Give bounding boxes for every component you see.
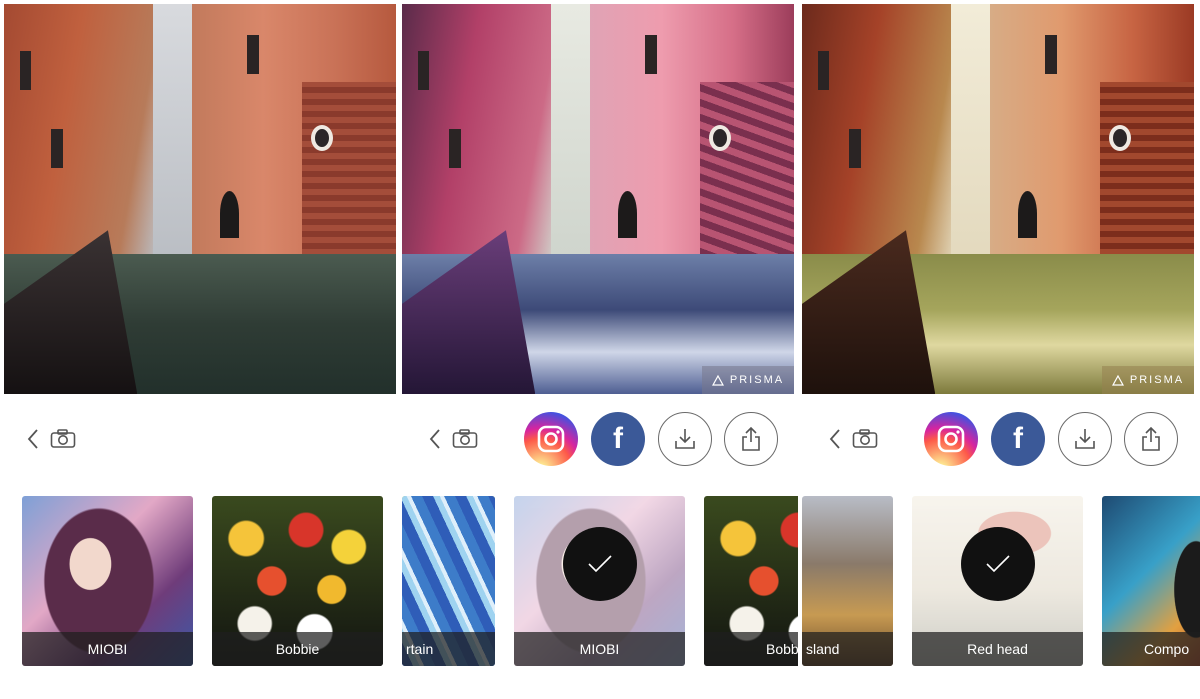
filter-label: Compo	[1102, 632, 1200, 666]
prisma-watermark: PRISMA	[1102, 366, 1194, 394]
filter-label: Bobbie	[212, 632, 383, 666]
filter-label: Bobbie	[704, 632, 800, 666]
facebook-share-button[interactable]: f	[591, 412, 645, 466]
filter-thumb-curtain[interactable]: rtain	[402, 496, 495, 666]
instagram-share-button[interactable]	[524, 412, 578, 466]
toolbar	[0, 404, 398, 474]
filter-label: rtain	[402, 632, 495, 666]
chevron-left-icon[interactable]	[20, 428, 46, 450]
filter-label: MIOBI	[514, 632, 685, 666]
photo-filtered: PRISMA	[802, 4, 1194, 394]
share-button[interactable]	[1124, 412, 1178, 466]
download-icon	[1075, 429, 1095, 449]
panel-filtered-redhead: PRISMA f sland Red head Compo	[802, 0, 1200, 699]
share-icon	[742, 426, 760, 451]
share-button[interactable]	[724, 412, 778, 466]
filter-strip: rtain MIOBI Bobbie	[402, 496, 800, 666]
filter-thumb-island[interactable]: sland	[802, 496, 893, 666]
instagram-icon	[937, 425, 965, 453]
camera-icon[interactable]	[50, 428, 76, 450]
download-button[interactable]	[1058, 412, 1112, 466]
chevron-left-icon[interactable]	[422, 428, 448, 450]
filter-thumb-compo[interactable]: Compo	[1102, 496, 1200, 666]
photo-filtered: PRISMA	[402, 4, 794, 394]
facebook-share-button[interactable]: f	[991, 412, 1045, 466]
filter-thumb-miobi-selected[interactable]: MIOBI	[514, 496, 685, 666]
checkmark-icon	[562, 527, 637, 601]
instagram-share-button[interactable]	[924, 412, 978, 466]
filter-strip: sland Red head Compo	[802, 496, 1200, 666]
instagram-icon	[537, 425, 565, 453]
camera-icon[interactable]	[452, 428, 478, 450]
facebook-icon: f	[613, 422, 623, 455]
filter-strip: MIOBI Bobbie	[0, 496, 398, 666]
filter-label: sland	[802, 632, 893, 666]
triangle-logo-icon	[1111, 374, 1124, 386]
toolbar: f	[402, 404, 800, 474]
share-icon	[1142, 426, 1160, 451]
filter-label: Red head	[912, 632, 1083, 666]
filter-thumb-bobbie[interactable]: Bobbie	[212, 496, 383, 666]
chevron-left-icon[interactable]	[822, 428, 848, 450]
toolbar: f	[802, 404, 1200, 474]
download-button[interactable]	[658, 412, 712, 466]
camera-icon[interactable]	[852, 428, 878, 450]
facebook-icon: f	[1013, 422, 1023, 455]
photo-original	[4, 4, 396, 394]
filter-thumb-redhead-selected[interactable]: Red head	[912, 496, 1083, 666]
filter-thumb-miobi[interactable]: MIOBI	[22, 496, 193, 666]
prisma-watermark: PRISMA	[702, 366, 794, 394]
panel-filtered-miobi: PRISMA f rtain MIOBI Bobb	[402, 0, 800, 699]
triangle-logo-icon	[711, 374, 724, 386]
checkmark-icon	[960, 527, 1035, 601]
filter-thumb-bobbie[interactable]: Bobbie	[704, 496, 800, 666]
filter-label: MIOBI	[22, 632, 193, 666]
panel-original: MIOBI Bobbie	[0, 0, 398, 699]
download-icon	[675, 429, 695, 449]
